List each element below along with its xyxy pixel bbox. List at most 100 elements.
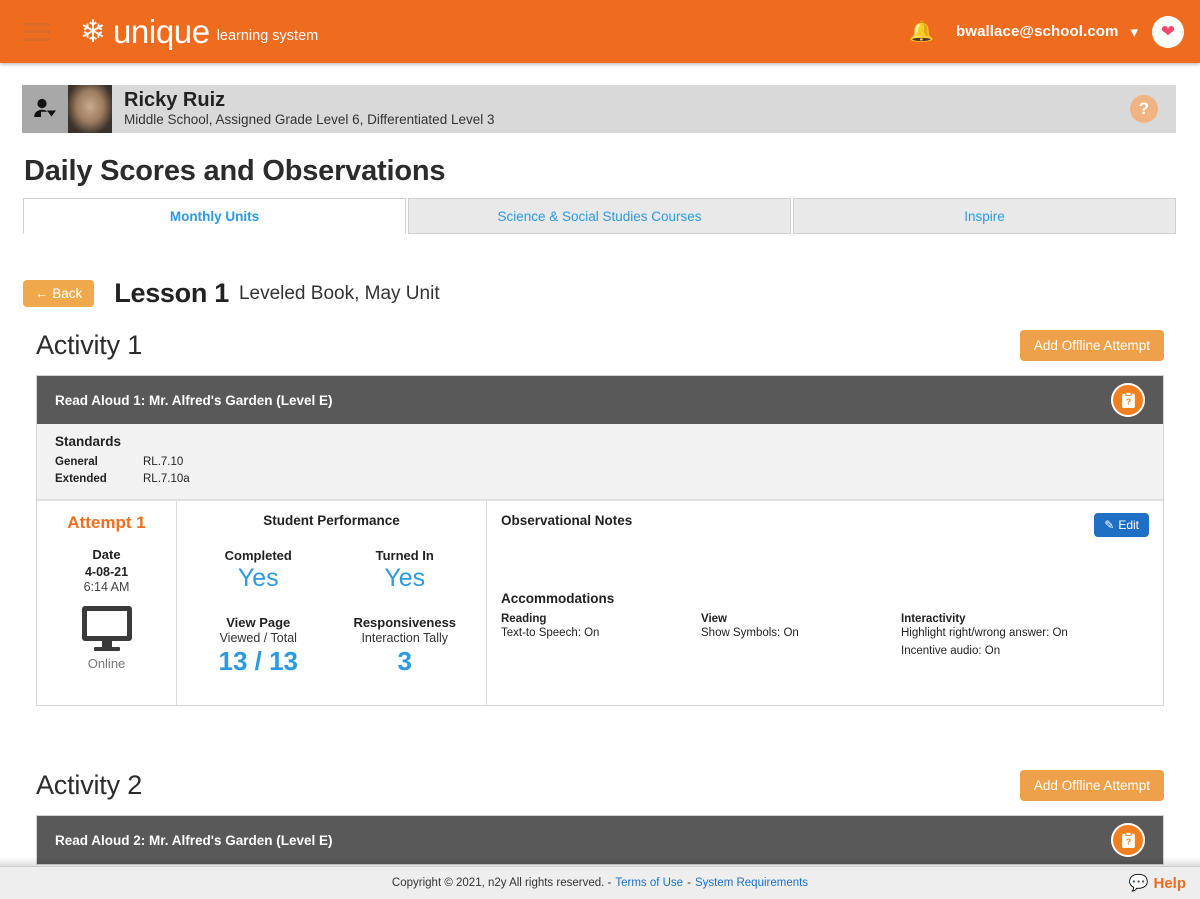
accommodations-grid: Reading Text-to Speech: On View Show Sym… bbox=[501, 613, 1149, 660]
view-page-value: 13 / 13 bbox=[218, 646, 298, 677]
standards-row-general: General RL.7.10 bbox=[55, 454, 1145, 471]
edit-notes-button[interactable]: ✎ Edit bbox=[1094, 513, 1149, 538]
student-help-icon[interactable]: ? bbox=[1130, 95, 1158, 123]
student-identity: Ricky Ruiz Middle School, Assigned Grade… bbox=[124, 89, 494, 128]
lesson-subtitle: Leveled Book, May Unit bbox=[238, 282, 440, 304]
accommodation-item: Highlight right/wrong answer: On bbox=[901, 627, 1068, 640]
scroll-shadow bbox=[0, 857, 1200, 866]
accommodation-item: Incentive audio: On bbox=[901, 644, 1001, 657]
accommodation-item: Text-to Speech: On bbox=[501, 627, 600, 640]
tab-bar: Monthly Units Science & Social Studies C… bbox=[23, 198, 1176, 234]
chat-bubble-icon: 💬 bbox=[1128, 875, 1149, 892]
activity-2-bar-title: Read Aloud 2: Mr. Alfred's Garden (Level… bbox=[55, 832, 333, 848]
svg-text:?: ? bbox=[1125, 396, 1130, 406]
bell-icon[interactable]: 🔔 bbox=[909, 19, 934, 44]
attempt-detail-row: Attempt 1 Date 4-08-21 6:14 AM Online St… bbox=[37, 500, 1163, 706]
activity-1-card: Read Aloud 1: Mr. Alfred's Garden (Level… bbox=[36, 375, 1164, 707]
add-offline-attempt-button-2[interactable]: Add Offline Attempt bbox=[1019, 770, 1164, 801]
accommodations-heading: Accommodations bbox=[501, 591, 615, 607]
favorites-button[interactable]: ❤ bbox=[1152, 15, 1184, 48]
responsiveness-value: 3 bbox=[397, 646, 412, 677]
hamburger-menu-icon[interactable] bbox=[24, 22, 50, 41]
student-name: Ricky Ruiz bbox=[124, 89, 226, 112]
attempt-heading: Attempt 1 bbox=[67, 513, 146, 533]
pencil-icon: ✎ bbox=[1104, 518, 1115, 533]
attempt-date-label: Date bbox=[92, 547, 121, 563]
tab-label: Inspire bbox=[964, 208, 1005, 224]
student-performance-column: Student Performance Completed Yes Turned… bbox=[177, 501, 487, 706]
responsiveness-sublabel: Interaction Tally bbox=[361, 631, 449, 646]
clipboard-question-icon[interactable]: ? bbox=[1111, 383, 1145, 417]
user-switch-icon bbox=[34, 98, 56, 117]
performance-view-page: View Page Viewed / Total 13 / 13 bbox=[185, 615, 332, 677]
accommodations-interactivity: Interactivity Highlight right/wrong answ… bbox=[901, 613, 1068, 660]
help-button[interactable]: 💬 Help bbox=[1129, 873, 1186, 893]
completed-value: Yes bbox=[237, 564, 279, 593]
performance-responsiveness: Responsiveness Interaction Tally 3 bbox=[332, 615, 479, 677]
brand-name: unique bbox=[112, 12, 210, 50]
tab-label: Monthly Units bbox=[169, 208, 260, 224]
performance-completed: Completed Yes bbox=[185, 548, 332, 593]
footer-separator: - bbox=[687, 877, 691, 889]
page-title: Daily Scores and Observations bbox=[24, 155, 446, 187]
svg-text:?: ? bbox=[1125, 836, 1130, 846]
monitor-icon bbox=[81, 606, 132, 652]
accommodation-item: Show Symbols: On bbox=[701, 627, 799, 640]
user-email-label[interactable]: bwallace@school.com bbox=[956, 23, 1118, 40]
activity-section-2: Activity 2 Add Offline Attempt Read Alou… bbox=[36, 770, 1164, 865]
tab-science-social-studies[interactable]: Science & Social Studies Courses bbox=[408, 198, 791, 234]
top-navigation-bar: ❄ unique learning system 🔔 bwallace@scho… bbox=[0, 0, 1200, 63]
activity-2-title: Activity 2 bbox=[36, 770, 143, 800]
attempt-column: Attempt 1 Date 4-08-21 6:14 AM Online bbox=[37, 501, 177, 706]
system-requirements-link[interactable]: System Requirements bbox=[695, 877, 808, 889]
performance-row-1: Completed Yes Turned In Yes bbox=[185, 548, 478, 593]
student-switch-button[interactable] bbox=[22, 85, 68, 133]
snowflake-icon: ❄ bbox=[80, 14, 106, 49]
view-page-sublabel: Viewed / Total bbox=[219, 631, 297, 646]
performance-row-2: View Page Viewed / Total 13 / 13 Respons… bbox=[185, 615, 478, 677]
tab-label: Science & Social Studies Courses bbox=[497, 208, 702, 224]
student-avatar bbox=[68, 85, 112, 133]
activity-1-standards: Standards General RL.7.10 Extended RL.7.… bbox=[37, 424, 1163, 501]
top-bar-actions: 🔔 bwallace@school.com ▾ ❤ bbox=[909, 15, 1184, 48]
brand-tagline: learning system bbox=[216, 27, 319, 44]
accommodations-reading: Reading Text-to Speech: On bbox=[501, 613, 701, 660]
standards-value: RL.7.10a bbox=[143, 472, 190, 485]
turned-in-label: Turned In bbox=[375, 548, 434, 564]
activity-2-header: Activity 2 Add Offline Attempt bbox=[36, 770, 1164, 801]
brand-logo[interactable]: ❄ unique learning system bbox=[80, 13, 318, 51]
observational-notes-heading: Observational Notes bbox=[501, 513, 633, 529]
add-offline-attempt-button-1[interactable]: Add Offline Attempt bbox=[1019, 330, 1164, 361]
app-root: ❄ unique learning system 🔔 bwallace@scho… bbox=[0, 0, 1200, 899]
observational-notes-column: Observational Notes ✎ Edit Accommodation… bbox=[487, 501, 1163, 705]
chevron-down-icon[interactable]: ▾ bbox=[1130, 23, 1138, 41]
activities-scroll-region[interactable]: Activity 1 Add Offline Attempt Read Alou… bbox=[0, 330, 1200, 867]
attempt-date-value: 4-08-21 bbox=[84, 565, 129, 580]
student-details: Middle School, Assigned Grade Level 6, D… bbox=[124, 112, 495, 128]
activity-1-header: Activity 1 Add Offline Attempt bbox=[36, 330, 1164, 361]
standards-heading: Standards bbox=[55, 434, 122, 449]
tab-monthly-units[interactable]: Monthly Units bbox=[23, 198, 406, 234]
student-header-bar: Ricky Ruiz Middle School, Assigned Grade… bbox=[22, 85, 1176, 133]
activity-1-title-bar: Read Aloud 1: Mr. Alfred's Garden (Level… bbox=[37, 376, 1163, 424]
completed-label: Completed bbox=[224, 548, 292, 564]
help-button-label: Help bbox=[1153, 874, 1186, 892]
page-footer: Copyright © 2021, n2y All rights reserve… bbox=[0, 866, 1200, 899]
responsiveness-label: Responsiveness bbox=[353, 615, 457, 631]
arrow-left-icon: ← bbox=[35, 286, 49, 301]
performance-turned-in: Turned In Yes bbox=[332, 548, 479, 593]
lesson-header: ← Back Lesson 1 Leveled Book, May Unit bbox=[23, 278, 440, 309]
terms-of-use-link[interactable]: Terms of Use bbox=[615, 877, 683, 889]
standards-label: General bbox=[55, 456, 98, 468]
turned-in-value: Yes bbox=[384, 564, 426, 593]
standards-label: Extended bbox=[55, 472, 107, 485]
copyright-text: Copyright © 2021, n2y All rights reserve… bbox=[391, 877, 612, 889]
back-button[interactable]: ← Back bbox=[23, 280, 95, 307]
view-page-label: View Page bbox=[226, 615, 291, 631]
clipboard-question-icon[interactable]: ? bbox=[1111, 823, 1145, 857]
standards-value: RL.7.10 bbox=[143, 456, 184, 468]
tab-inspire[interactable]: Inspire bbox=[793, 198, 1176, 234]
activity-1-bar-title: Read Aloud 1: Mr. Alfred's Garden (Level… bbox=[55, 392, 333, 408]
back-button-label: Back bbox=[52, 286, 83, 301]
accommodation-group-title: View bbox=[701, 613, 727, 626]
